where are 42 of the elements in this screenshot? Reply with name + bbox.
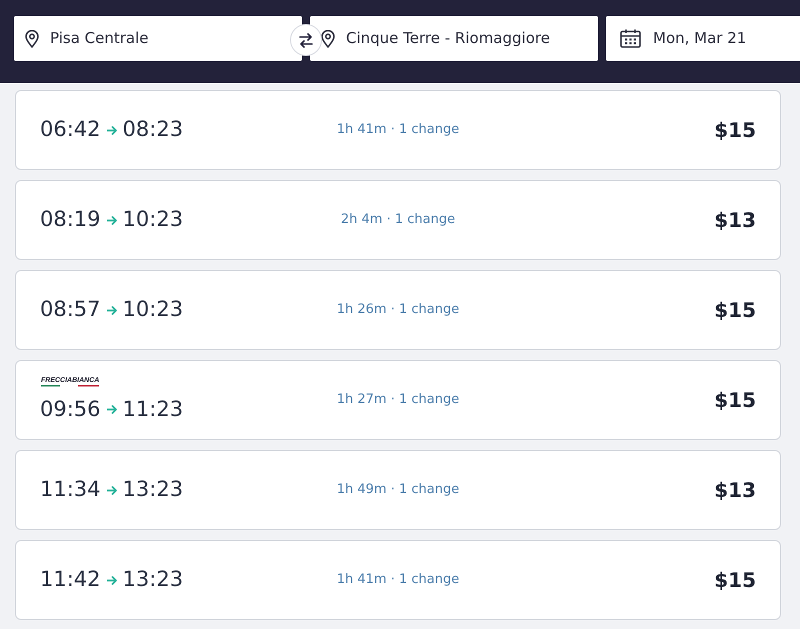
arrival-time: 13:23 — [122, 476, 184, 504]
arrival-time: 11:23 — [122, 396, 184, 423]
trip-duration: 1h 26m · 1 change — [336, 301, 460, 320]
location-pin-icon — [25, 30, 39, 48]
departure-time: 08:19 — [40, 206, 101, 234]
arrow-right-icon — [106, 216, 117, 224]
trip-price: $13 — [714, 477, 756, 504]
swap-icon — [299, 32, 313, 48]
departure-time: 09:56 — [40, 396, 101, 423]
destination-field[interactable]: Cinque Terre - Riomaggiore — [310, 16, 598, 61]
arrival-time: 08:23 — [122, 116, 184, 144]
trip-price: $13 — [714, 207, 756, 234]
arrival-time: 13:23 — [122, 566, 184, 594]
trip-price: $15 — [714, 567, 756, 594]
trip-duration: 1h 41m · 1 change — [336, 571, 460, 590]
arrow-right-icon — [106, 486, 117, 494]
departure-time: 06:42 — [40, 116, 101, 144]
calendar-icon — [620, 29, 641, 48]
trip-duration: 1h 49m · 1 change — [336, 481, 460, 500]
arrival-time: 10:23 — [122, 296, 184, 324]
location-pin-icon — [321, 30, 335, 48]
departure-time: 11:34 — [40, 476, 101, 504]
trip-card[interactable]: 11:34 13:23 1h 49m · 1 change $13 — [15, 450, 781, 530]
trip-duration: 1h 27m · 1 change — [336, 391, 460, 410]
arrow-right-icon — [106, 306, 117, 314]
departure-time: 11:42 — [40, 566, 101, 594]
trip-price: $15 — [714, 297, 756, 324]
date-field[interactable]: Mon, Mar 21 — [606, 16, 800, 61]
trip-price: $15 — [714, 387, 756, 414]
origin-field[interactable]: Pisa Centrale — [14, 16, 302, 61]
trip-card[interactable]: 08:19 10:23 2h 4m · 1 change $13 — [15, 180, 781, 260]
trip-card[interactable]: 06:42 08:23 1h 41m · 1 change $15 — [15, 90, 781, 170]
arrow-right-icon — [106, 126, 117, 134]
arrow-right-icon — [106, 405, 117, 414]
trip-price: $15 — [714, 117, 756, 144]
trip-card[interactable]: 08:57 10:23 1h 26m · 1 change $15 — [15, 270, 781, 350]
trip-duration: 1h 41m · 1 change — [336, 121, 460, 140]
arrow-right-icon — [106, 576, 117, 584]
departure-time: 08:57 — [40, 296, 101, 324]
trip-card[interactable]: 11:42 13:23 1h 41m · 1 change $15 — [15, 540, 781, 620]
arrival-time: 10:23 — [122, 206, 184, 234]
trip-duration: 2h 4m · 1 change — [340, 211, 456, 230]
